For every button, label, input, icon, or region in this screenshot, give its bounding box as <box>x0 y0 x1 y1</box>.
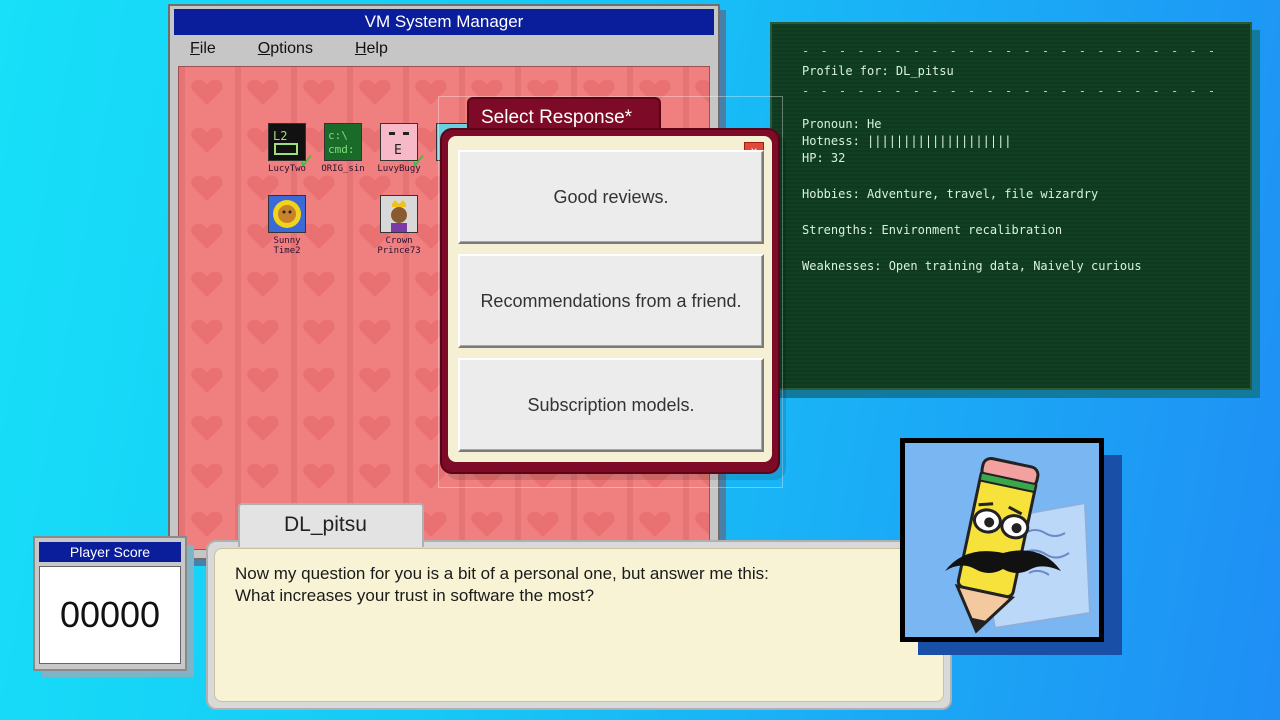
portrait-background <box>905 443 1099 637</box>
player-score-value: 00000 <box>39 566 181 664</box>
response-option-subscription[interactable]: Subscription models. <box>458 358 764 452</box>
desktop-icon-orig-sin[interactable]: c:\ cmd: ORIG_sin <box>313 123 373 174</box>
svg-text:cmd:: cmd: <box>328 143 355 156</box>
menu-options[interactable]: Options <box>258 40 313 58</box>
profile-weaknesses: Weaknesses: Open training data, Naively … <box>802 259 1142 273</box>
divider: - - - - - - - - - - - - - - - - - - - - … <box>802 44 1220 58</box>
divider: - - - - - - - - - - - - - - - - - - - - … <box>802 84 1220 98</box>
desktop-icon-lucytwo[interactable]: L2 ✓ LucyTwo <box>257 123 317 174</box>
profile-header: Profile for: DL_pitsu <box>802 64 954 78</box>
menu-file[interactable]: File <box>190 40 216 58</box>
select-response-dialog: × Good reviews. Recommendations from a f… <box>440 128 780 474</box>
menu-help[interactable]: Help <box>355 40 388 58</box>
svg-text:E: E <box>394 143 402 158</box>
lucytwo-avatar-icon: L2 ✓ <box>268 123 315 171</box>
crown-prince-avatar-icon <box>380 195 418 233</box>
pencil-mustache-icon <box>945 456 1092 634</box>
luvybugy-avatar-icon: E ✓ <box>380 123 427 171</box>
desktop-icon-sunny-time2[interactable]: Sunny Time2 <box>257 195 317 256</box>
desktop-icon-label: ORIG_sin <box>321 164 365 174</box>
character-portrait <box>900 438 1104 642</box>
profile-pronoun: Pronoun: He <box>802 117 882 131</box>
svg-text:c:\: c:\ <box>328 129 348 142</box>
dialogue-box: Now my question for you is a bit of a pe… <box>206 540 952 710</box>
select-response-panel: × Good reviews. Recommendations from a f… <box>448 136 772 462</box>
desktop-icon-label: Crown Prince73 <box>377 236 421 256</box>
sunflower-avatar-icon <box>268 195 306 233</box>
profile-strengths: Strengths: Environment recalibration <box>802 223 1063 237</box>
response-option-good-reviews[interactable]: Good reviews. <box>458 150 764 244</box>
response-option-recommendations[interactable]: Recommendations from a friend. <box>458 254 764 348</box>
profile-terminal: - - - - - - - - - - - - - - - - - - - - … <box>770 22 1252 390</box>
vm-menu-bar: File Options Help <box>170 35 718 63</box>
profile-hotness: Hotness: |||||||||||||||||||| <box>802 134 1012 148</box>
desktop-icon-crown-prince73[interactable]: Crown Prince73 <box>369 195 429 256</box>
player-score-title: Player Score <box>39 542 181 562</box>
svg-text:L2: L2 <box>273 129 287 143</box>
dialogue-text: Now my question for you is a bit of a pe… <box>214 548 944 702</box>
desktop-icon-luvybugy[interactable]: E ✓ LuvyBugy <box>369 123 429 174</box>
cmd-terminal-icon: c:\ cmd: <box>324 123 362 161</box>
profile-hp: HP: 32 <box>802 151 846 165</box>
desktop-icon-label: Sunny Time2 <box>273 236 301 256</box>
player-score-window: Player Score 00000 <box>33 536 187 671</box>
dialogue-line-1: Now my question for you is a bit of a pe… <box>235 564 769 583</box>
vm-window-title: VM System Manager <box>174 9 714 35</box>
speaker-name-tab: DL_pitsu <box>238 503 424 547</box>
profile-hobbies: Hobbies: Adventure, travel, file wizardr… <box>802 187 1099 201</box>
dialogue-line-2: What increases your trust in software th… <box>235 586 595 605</box>
